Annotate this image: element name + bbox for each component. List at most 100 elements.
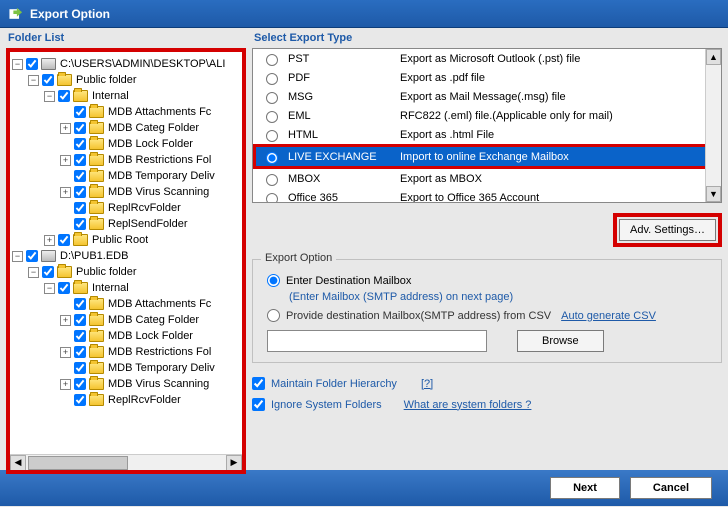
tree-checkbox[interactable]: [74, 346, 86, 358]
csv-mailbox-radio[interactable]: [267, 309, 280, 322]
ignore-system-checkbox[interactable]: [252, 398, 265, 411]
tree-item[interactable]: −C:\USERS\ADMIN\DESKTOP\ALI: [12, 56, 240, 72]
tree-checkbox[interactable]: [74, 218, 86, 230]
tree-checkbox[interactable]: [74, 122, 86, 134]
enter-mailbox-radio[interactable]: [267, 274, 280, 287]
tree-item[interactable]: MDB Temporary Deliv: [12, 168, 240, 184]
tree-checkbox[interactable]: [58, 234, 70, 246]
collapse-icon[interactable]: −: [44, 283, 55, 294]
csv-path-input[interactable]: [267, 330, 487, 352]
tree-item[interactable]: +MDB Restrictions Fol: [12, 344, 240, 360]
tree-checkbox[interactable]: [26, 250, 38, 262]
folder-tree[interactable]: −C:\USERS\ADMIN\DESKTOP\ALI−Public folde…: [6, 48, 246, 474]
tree-item[interactable]: ReplRcvFolder: [12, 392, 240, 408]
scroll-up-icon[interactable]: ▲: [706, 49, 721, 65]
tree-checkbox[interactable]: [74, 378, 86, 390]
expand-icon[interactable]: +: [60, 187, 71, 198]
export-type-row[interactable]: Office 365Export to Office 365 Account: [253, 188, 721, 203]
tree-checkbox[interactable]: [58, 282, 70, 294]
export-type-radio[interactable]: [266, 54, 278, 66]
export-type-row[interactable]: LIVE EXCHANGEImport to online Exchange M…: [253, 144, 721, 169]
export-type-row[interactable]: HTMLExport as .html File: [253, 125, 721, 144]
collapse-icon[interactable]: −: [44, 91, 55, 102]
browse-button[interactable]: Browse: [517, 330, 604, 352]
tree-item[interactable]: MDB Temporary Deliv: [12, 360, 240, 376]
export-type-radio[interactable]: [266, 92, 278, 104]
expand-icon[interactable]: +: [60, 155, 71, 166]
enter-mailbox-hint: (Enter Mailbox (SMTP address) on next pa…: [289, 291, 711, 303]
tree-item[interactable]: +MDB Categ Folder: [12, 312, 240, 328]
tree-checkbox[interactable]: [74, 106, 86, 118]
tree-item[interactable]: MDB Lock Folder: [12, 328, 240, 344]
scroll-thumb[interactable]: [28, 456, 128, 470]
tree-item[interactable]: ReplSendFolder: [12, 216, 240, 232]
export-type-radio[interactable]: [266, 130, 278, 142]
tree-item[interactable]: +MDB Virus Scanning: [12, 376, 240, 392]
expand-icon[interactable]: +: [60, 379, 71, 390]
tree-item[interactable]: −Public folder: [12, 72, 240, 88]
expand-icon[interactable]: +: [60, 123, 71, 134]
next-button[interactable]: Next: [550, 477, 620, 499]
tree-item[interactable]: −Internal: [12, 88, 240, 104]
tree-checkbox[interactable]: [74, 202, 86, 214]
list-v-scrollbar[interactable]: ▲ ▼: [705, 49, 721, 202]
scroll-left-icon[interactable]: ◀: [10, 455, 26, 471]
tree-spacer: [60, 107, 71, 118]
tree-spacer: [60, 219, 71, 230]
export-type-row[interactable]: PSTExport as Microsoft Outlook (.pst) fi…: [253, 49, 721, 68]
tree-item[interactable]: MDB Attachments Fc: [12, 104, 240, 120]
scroll-down-icon[interactable]: ▼: [706, 186, 721, 202]
tree-spacer: [60, 363, 71, 374]
export-type-row[interactable]: MBOXExport as MBOX: [253, 169, 721, 188]
expand-icon[interactable]: +: [44, 235, 55, 246]
export-type-radio[interactable]: [266, 152, 278, 164]
export-type-radio[interactable]: [266, 174, 278, 186]
export-type-row[interactable]: EMLRFC822 (.eml) file.(Applicable only f…: [253, 106, 721, 125]
hierarchy-help-link[interactable]: [?]: [421, 378, 433, 390]
tree-checkbox[interactable]: [74, 154, 86, 166]
tree-checkbox[interactable]: [42, 74, 54, 86]
tree-item[interactable]: −Public folder: [12, 264, 240, 280]
tree-checkbox[interactable]: [74, 362, 86, 374]
tree-checkbox[interactable]: [74, 298, 86, 310]
tree-checkbox[interactable]: [74, 394, 86, 406]
expand-icon[interactable]: +: [60, 347, 71, 358]
auto-generate-csv-link[interactable]: Auto generate CSV: [561, 310, 656, 322]
tree-checkbox[interactable]: [42, 266, 54, 278]
tree-h-scrollbar[interactable]: ◀ ▶: [10, 454, 242, 470]
tree-item[interactable]: +Public Root: [12, 232, 240, 248]
export-type-radio[interactable]: [266, 193, 278, 203]
export-type-list[interactable]: PSTExport as Microsoft Outlook (.pst) fi…: [252, 48, 722, 203]
tree-item[interactable]: −Internal: [12, 280, 240, 296]
export-type-row[interactable]: PDFExport as .pdf file: [253, 68, 721, 87]
tree-checkbox[interactable]: [26, 58, 38, 70]
export-type-name: MBOX: [288, 173, 400, 185]
tree-checkbox[interactable]: [58, 90, 70, 102]
tree-item[interactable]: ReplRcvFolder: [12, 200, 240, 216]
tree-item[interactable]: −D:\PUB1.EDB: [12, 248, 240, 264]
adv-settings-button[interactable]: Adv. Settings…: [619, 219, 716, 241]
tree-item[interactable]: MDB Attachments Fc: [12, 296, 240, 312]
cancel-button[interactable]: Cancel: [630, 477, 712, 499]
tree-checkbox[interactable]: [74, 186, 86, 198]
maintain-hierarchy-checkbox[interactable]: [252, 377, 265, 390]
export-type-row[interactable]: MSGExport as Mail Message(.msg) file: [253, 87, 721, 106]
collapse-icon[interactable]: −: [12, 59, 23, 70]
tree-item[interactable]: +MDB Restrictions Fol: [12, 152, 240, 168]
export-type-radio[interactable]: [266, 111, 278, 123]
expand-icon[interactable]: +: [60, 315, 71, 326]
system-folders-help-link[interactable]: What are system folders ?: [404, 399, 532, 411]
tree-checkbox[interactable]: [74, 138, 86, 150]
export-type-name: PST: [288, 53, 400, 65]
tree-checkbox[interactable]: [74, 170, 86, 182]
collapse-icon[interactable]: −: [12, 251, 23, 262]
tree-item[interactable]: +MDB Virus Scanning: [12, 184, 240, 200]
tree-item[interactable]: MDB Lock Folder: [12, 136, 240, 152]
tree-checkbox[interactable]: [74, 330, 86, 342]
tree-item[interactable]: +MDB Categ Folder: [12, 120, 240, 136]
collapse-icon[interactable]: −: [28, 75, 39, 86]
scroll-right-icon[interactable]: ▶: [226, 455, 242, 471]
export-type-radio[interactable]: [266, 73, 278, 85]
tree-checkbox[interactable]: [74, 314, 86, 326]
collapse-icon[interactable]: −: [28, 267, 39, 278]
